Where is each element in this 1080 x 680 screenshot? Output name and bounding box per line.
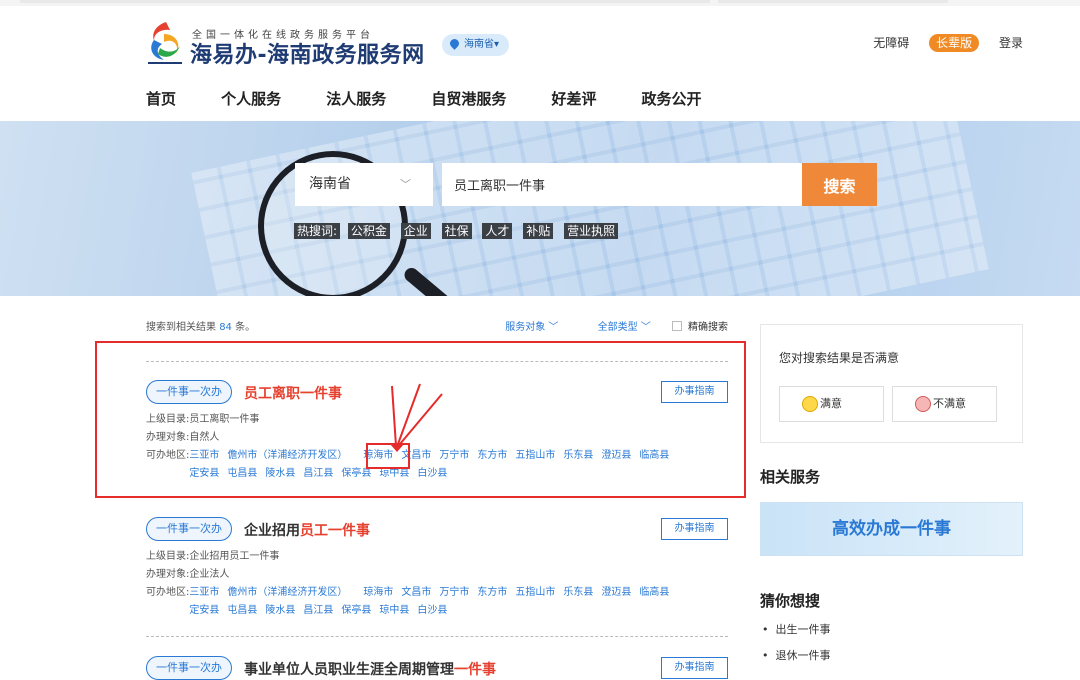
satisfied-button[interactable]: 满意 <box>779 386 884 422</box>
parent-row: 上级目录:企业招用员工一件事 <box>146 548 728 566</box>
area-list: 三亚市 儋州市（洋浦经济开发区） 琼海市 文昌市 万宁市 东方市 五指山市 乐东县 澄迈县 临高县… <box>189 584 709 620</box>
unsatisfied-button[interactable]: 不满意 <box>892 386 997 422</box>
region-value: 海南省 <box>309 176 351 192</box>
search-banner: 海南省 ﹀ 搜索 热搜词: 公积金 企业 社保 人才 补贴 营业执照 <box>0 121 1080 296</box>
hot-label: 热搜词: <box>294 223 341 239</box>
exact-search-label: 精确搜索 <box>688 322 728 333</box>
nav-personal[interactable]: 个人服务 <box>221 88 281 109</box>
filter-target-label: 服务对象 <box>505 322 546 333</box>
result-item: 一件事一次办 事业单位人员职业生涯全周期管理一件事 办事指南 <box>146 656 728 680</box>
result-filters: 服务对象 ﹀ 全部类型 ﹀ 精确搜索 <box>469 318 728 333</box>
header-links: 无障碍 长辈版 登录 <box>857 34 1023 52</box>
area-link[interactable]: 琼中县 <box>379 605 409 616</box>
guess-item[interactable]: 退休一件事 <box>762 647 831 663</box>
login-link[interactable]: 登录 <box>999 36 1023 50</box>
hot-word[interactable]: 人才 <box>482 223 513 239</box>
search-input[interactable] <box>442 163 802 206</box>
area-link[interactable]: 昌江县 <box>303 605 333 616</box>
location-selector[interactable]: 海南省▾ <box>442 34 510 56</box>
location-label: 海南省 <box>464 39 494 50</box>
guess-item[interactable]: 出生一件事 <box>762 621 831 637</box>
feedback-card: 您对搜索结果是否满意 满意 不满意 <box>760 324 1023 443</box>
area-link[interactable]: 白沙县 <box>417 605 447 616</box>
hot-word[interactable]: 社保 <box>441 223 472 239</box>
title-text: 企业招用 <box>244 523 300 539</box>
site-header: 全国一体化在线政务服务平台 海易办-海南政务服务网 海南省▾ 无障碍 长辈版 登… <box>0 6 1080 121</box>
search-button[interactable]: 搜索 <box>802 163 877 206</box>
hot-word[interactable]: 企业 <box>400 223 431 239</box>
chevron-down-icon: ﹀ <box>400 178 411 191</box>
area-link[interactable]: 琼海市 <box>363 587 393 598</box>
area-link[interactable]: 临高县 <box>639 587 669 598</box>
related-title: 相关服务 <box>760 468 821 486</box>
results-summary: 搜索到相关结果 84 条。 服务对象 ﹀ 全部类型 ﹀ 精确搜索 <box>146 318 728 338</box>
results-prefix: 搜索到相关结果 <box>146 322 216 333</box>
guide-button[interactable]: 办事指南 <box>661 657 728 679</box>
nav-ftp[interactable]: 自贸港服务 <box>431 88 506 109</box>
nav-home[interactable]: 首页 <box>146 88 176 109</box>
target-label: 办理对象: <box>146 569 190 580</box>
results-count: 84 <box>219 322 232 333</box>
hot-word[interactable]: 补贴 <box>523 223 554 239</box>
location-pin-icon <box>448 37 461 50</box>
hot-search-words: 热搜词: 公积金 企业 社保 人才 补贴 营业执照 <box>294 222 625 239</box>
satisfied-label: 满意 <box>820 397 842 410</box>
area-link[interactable]: 保亭县 <box>341 605 371 616</box>
area-link[interactable]: 万宁市 <box>439 587 469 598</box>
title-text: 事业单位人员职业生涯全周期管理 <box>244 662 454 678</box>
hainan-logo-icon[interactable] <box>146 20 184 66</box>
item-title[interactable]: 事业单位人员职业生涯全周期管理一件事 <box>244 659 496 679</box>
nav-rating[interactable]: 好差评 <box>551 88 596 109</box>
item-title[interactable]: 企业招用员工一件事 <box>244 520 370 540</box>
elder-mode-button[interactable]: 长辈版 <box>929 34 980 52</box>
accessibility-link[interactable]: 无障碍 <box>873 36 909 50</box>
parent-label: 上级目录: <box>146 551 190 562</box>
area-link[interactable]: 定安县 <box>189 605 219 616</box>
title-highlight: 一件事 <box>454 662 496 678</box>
area-row: 可办地区: 三亚市 儋州市（洋浦经济开发区） 琼海市 文昌市 万宁市 东方市 五指山市 乐东县… <box>146 584 728 620</box>
area-label: 可办地区: <box>146 587 190 598</box>
area-link[interactable]: 儋州市（洋浦经济开发区） <box>227 587 347 598</box>
exact-search-checkbox[interactable] <box>672 321 682 331</box>
area-link[interactable]: 澄迈县 <box>601 587 631 598</box>
results-panel: 搜索到相关结果 84 条。 服务对象 ﹀ 全部类型 ﹀ 精确搜索 一件事一次办 … <box>146 318 728 680</box>
target-row: 办理对象:企业法人 <box>146 566 728 584</box>
area-link[interactable]: 三亚市 <box>189 587 219 598</box>
filter-target[interactable]: 服务对象 ﹀ <box>487 322 558 333</box>
area-link[interactable]: 陵水县 <box>265 605 295 616</box>
promo-banner[interactable]: 高效办成一件事 <box>760 502 1023 556</box>
smile-icon <box>802 396 818 412</box>
hot-word[interactable]: 公积金 <box>347 223 390 239</box>
guess-title: 猜你想搜 <box>760 592 821 610</box>
area-link[interactable]: 乐东县 <box>563 587 593 598</box>
parent-value: 企业招用员工一件事 <box>189 551 280 562</box>
annotation-arrows-icon <box>390 383 443 452</box>
guide-button[interactable]: 办事指南 <box>661 518 728 540</box>
feedback-question: 您对搜索结果是否满意 <box>779 351 900 365</box>
result-item: 一件事一次办 企业招用员工一件事 办事指南 上级目录:企业招用员工一件事 办理对… <box>146 517 728 620</box>
target-value: 企业法人 <box>189 569 230 580</box>
filter-type[interactable]: 全部类型 ﹀ <box>580 322 651 333</box>
area-link[interactable]: 五指山市 <box>515 587 555 598</box>
item-tag[interactable]: 一件事一次办 <box>146 656 232 680</box>
unsatisfied-label: 不满意 <box>933 397 966 410</box>
results-suffix: 条。 <box>235 322 256 333</box>
item-tag[interactable]: 一件事一次办 <box>146 517 232 541</box>
nav-public-affairs[interactable]: 政务公开 <box>642 88 702 109</box>
region-select[interactable]: 海南省 ﹀ <box>295 163 433 206</box>
area-link[interactable]: 文昌市 <box>401 587 431 598</box>
title-highlight: 员工一件事 <box>300 523 370 539</box>
site-name[interactable]: 海易办-海南政务服务网 <box>190 37 425 69</box>
caret-down-icon: ▾ <box>494 39 500 50</box>
main-nav: 首页 个人服务 法人服务 自贸港服务 好差评 政务公开 <box>146 88 742 109</box>
filter-type-label: 全部类型 <box>597 322 638 333</box>
nav-legal-person[interactable]: 法人服务 <box>326 88 386 109</box>
area-link[interactable]: 东方市 <box>477 587 507 598</box>
sad-face-icon <box>915 396 931 412</box>
area-link[interactable]: 屯昌县 <box>227 605 257 616</box>
hot-word[interactable]: 营业执照 <box>564 223 619 239</box>
divider <box>146 636 728 637</box>
